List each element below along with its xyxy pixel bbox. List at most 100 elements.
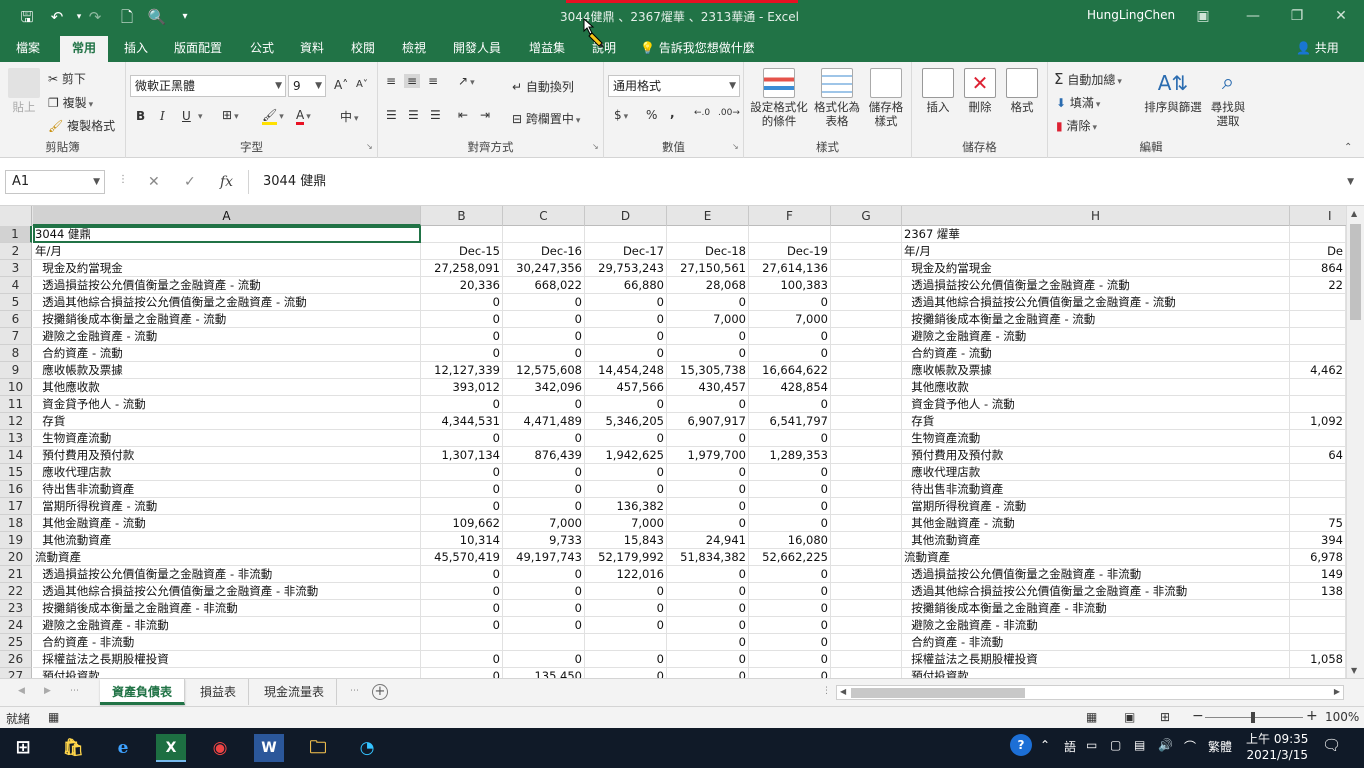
cell-e[interactable]: 0 [667, 481, 749, 498]
cell-c[interactable]: 49,197,743 [503, 549, 585, 566]
borders-icon[interactable]: ⊞ ▾ [222, 108, 239, 122]
cell-h[interactable]: 按攤銷後成本衡量之金融資產 - 非流動 [902, 600, 1290, 617]
increase-indent-icon[interactable]: ⇥ [480, 108, 490, 122]
cell-c[interactable] [503, 634, 585, 651]
percent-button[interactable]: % [646, 108, 657, 122]
cell-b[interactable]: 0 [421, 328, 503, 345]
cell-f[interactable]: 100,383 [749, 277, 831, 294]
copy-button[interactable]: ❐ 複製 ▾ [48, 94, 93, 111]
cell-a[interactable]: 透過其他綜合損益按公允價值衡量之金融資產 - 非流動 [33, 583, 421, 600]
column-header-h[interactable]: H [902, 206, 1290, 226]
cell-g[interactable] [831, 583, 902, 600]
row-header[interactable]: 26 [0, 651, 32, 668]
align-bottom-icon[interactable]: ≡ [428, 74, 438, 88]
share-button[interactable]: 👤 共用 [1296, 34, 1339, 62]
paste-button[interactable]: 貼上 [6, 68, 42, 114]
cell-b[interactable] [421, 634, 503, 651]
cell-c[interactable]: 342,096 [503, 379, 585, 396]
cell-f[interactable]: 428,854 [749, 379, 831, 396]
row-header[interactable]: 7 [0, 328, 32, 345]
chrome-icon[interactable]: ◉ [205, 734, 235, 762]
cell-d[interactable]: 14,454,248 [585, 362, 667, 379]
cell-b[interactable]: 0 [421, 396, 503, 413]
row-header[interactable]: 5 [0, 294, 32, 311]
cell-b[interactable]: 0 [421, 498, 503, 515]
bold-button[interactable]: B [136, 109, 145, 123]
cell-d[interactable]: 0 [585, 294, 667, 311]
row-header[interactable]: 6 [0, 311, 32, 328]
sheet-next-icon[interactable]: ▶ [44, 686, 51, 696]
cell-h[interactable]: 應收帳款及票據 [902, 362, 1290, 379]
cell-c[interactable]: 0 [503, 481, 585, 498]
cell-h[interactable]: 其他應收款 [902, 379, 1290, 396]
cell-f[interactable] [749, 226, 831, 243]
row-header[interactable]: 23 [0, 600, 32, 617]
cell-c[interactable]: 0 [503, 498, 585, 515]
tab-home[interactable]: 常用 [60, 36, 109, 62]
cell-f[interactable]: 0 [749, 617, 831, 634]
cell-b[interactable]: 0 [421, 617, 503, 634]
row-header[interactable]: 4 [0, 277, 32, 294]
vertical-scrollbar[interactable]: ▲ ▼ [1346, 206, 1364, 678]
row-header[interactable]: 27 [0, 668, 32, 678]
column-header-i[interactable]: I [1290, 206, 1346, 226]
cell-h[interactable]: 生物資產流動 [902, 430, 1290, 447]
cell-g[interactable] [831, 413, 902, 430]
cell-e[interactable]: 51,834,382 [667, 549, 749, 566]
cell-e[interactable]: 0 [667, 566, 749, 583]
cell-i[interactable] [1290, 617, 1346, 634]
save-icon[interactable]: 🖫 [16, 7, 38, 27]
cell-e[interactable]: 0 [667, 651, 749, 668]
cell-i[interactable]: 1,058 [1290, 651, 1346, 668]
cell-g[interactable] [831, 226, 902, 243]
cell-d[interactable]: 5,346,205 [585, 413, 667, 430]
zoom-out-icon[interactable]: − [1192, 708, 1204, 724]
fill-button[interactable]: ⬇ 填滿 ▾ [1056, 94, 1100, 111]
cell-b[interactable]: 0 [421, 345, 503, 362]
cell-a[interactable]: 當期所得稅資產 - 流動 [33, 498, 421, 515]
cell-g[interactable] [831, 532, 902, 549]
row-header[interactable]: 15 [0, 464, 32, 481]
tab-addins[interactable]: 增益集 [527, 34, 567, 62]
cell-i[interactable] [1290, 498, 1346, 515]
tab-file[interactable]: 檔案 [14, 34, 42, 62]
formula-input[interactable]: 3044 健鼎 ▼ [248, 170, 1360, 194]
align-center-icon[interactable]: ☰ [408, 108, 419, 122]
cell-i[interactable] [1290, 600, 1346, 617]
cell-f[interactable]: 0 [749, 294, 831, 311]
cell-h[interactable]: 預付投資款 [902, 668, 1290, 678]
start-icon[interactable]: ⊞ [8, 734, 38, 762]
cell-a[interactable]: 生物資產流動 [33, 430, 421, 447]
cell-a[interactable]: 預付費用及預付款 [33, 447, 421, 464]
cell-d[interactable]: 457,566 [585, 379, 667, 396]
cell-b[interactable]: 0 [421, 583, 503, 600]
cell-g[interactable] [831, 379, 902, 396]
cell-f[interactable]: 6,541,797 [749, 413, 831, 430]
row-header[interactable]: 16 [0, 481, 32, 498]
currency-button[interactable]: $ ▾ [614, 108, 628, 122]
ime-mode[interactable]: 繁體 [1208, 738, 1232, 755]
cell-b[interactable]: 393,012 [421, 379, 503, 396]
cell-b[interactable]: 20,336 [421, 277, 503, 294]
row-header[interactable]: 17 [0, 498, 32, 515]
row-header[interactable]: 25 [0, 634, 32, 651]
cell-e[interactable]: 0 [667, 396, 749, 413]
align-top-icon[interactable]: ≡ [386, 74, 396, 88]
column-header-g[interactable]: G [831, 206, 902, 226]
scroll-left-icon[interactable]: ◀ [840, 687, 846, 696]
cell-e[interactable]: 0 [667, 515, 749, 532]
cell-g[interactable] [831, 617, 902, 634]
horizontal-scrollbar[interactable]: ◀ ▶ [836, 685, 1344, 700]
merge-center-button[interactable]: ⊟ 跨欄置中 ▾ [512, 110, 580, 127]
row-header[interactable]: 2 [0, 243, 32, 260]
cell-h[interactable]: 現金及約當現金 [902, 260, 1290, 277]
cell-a[interactable]: 預付投資款 [33, 668, 421, 678]
cell-b[interactable]: 0 [421, 566, 503, 583]
format-painter-button[interactable]: 🖌 複製格式 [48, 117, 115, 134]
cell-g[interactable] [831, 430, 902, 447]
edge-icon[interactable]: ◔ [352, 734, 382, 762]
tab-review[interactable]: 校閱 [349, 34, 377, 62]
tray-expand-icon[interactable]: ⌃ [1040, 738, 1050, 752]
split-handle-icon[interactable]: ⋮ [822, 686, 831, 696]
cell-h[interactable]: 合約資產 - 流動 [902, 345, 1290, 362]
